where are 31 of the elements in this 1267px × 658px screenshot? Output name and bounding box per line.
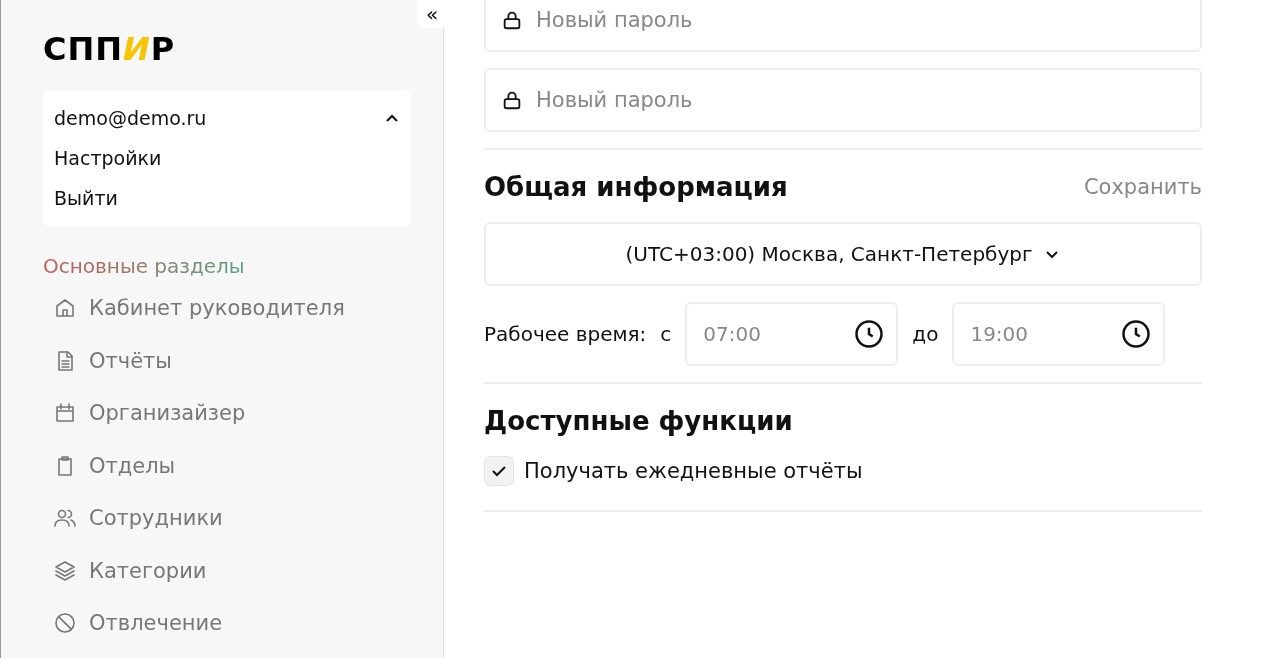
nav-item[interactable]: Категории	[43, 544, 207, 597]
save-link[interactable]: Сохранить	[1083, 175, 1202, 199]
work-hours-label: Рабочее время:	[484, 322, 647, 346]
nav-item[interactable]: Отвлечение	[43, 597, 223, 650]
section-heading: Общая информация	[484, 172, 788, 202]
nav-item[interactable]: Организайзер	[43, 387, 246, 440]
nav-item[interactable]: Кабинет руководителя	[43, 282, 345, 335]
timezone-select[interactable]: (UTC+03:00) Москва, Санкт-Петербург	[484, 222, 1202, 286]
password-field[interactable]: Новый пароль	[484, 68, 1202, 132]
start-time-field[interactable]: 07:00	[685, 302, 899, 366]
section-heading: Доступные функции	[484, 406, 793, 436]
collapse-button[interactable]: «	[417, 0, 447, 28]
end-time-field[interactable]: 19:00	[952, 302, 1166, 366]
user-menu-item[interactable]: Настройки	[54, 138, 162, 178]
logo: СППИР	[43, 30, 176, 70]
user-email: demo@demo.ru	[54, 106, 207, 131]
clock-icon	[854, 319, 885, 349]
nav-item[interactable]: Сотрудники	[43, 492, 223, 545]
clock-icon	[1121, 319, 1152, 349]
lock-icon	[501, 9, 523, 31]
from-label: с	[660, 322, 672, 346]
nav-item[interactable]: Отделы	[43, 439, 176, 492]
password-field[interactable]: Новый пароль	[484, 0, 1202, 52]
lock-icon	[501, 89, 523, 111]
ban-icon	[53, 611, 77, 636]
user-menu-item[interactable]: Выйти	[54, 178, 118, 218]
layers-icon	[53, 558, 77, 583]
to-label: до	[912, 322, 939, 346]
checkbox[interactable]	[484, 456, 514, 486]
option-label: Получать ежедневные отчёты	[524, 459, 863, 483]
nav-item[interactable]: Отчёты	[43, 334, 172, 387]
